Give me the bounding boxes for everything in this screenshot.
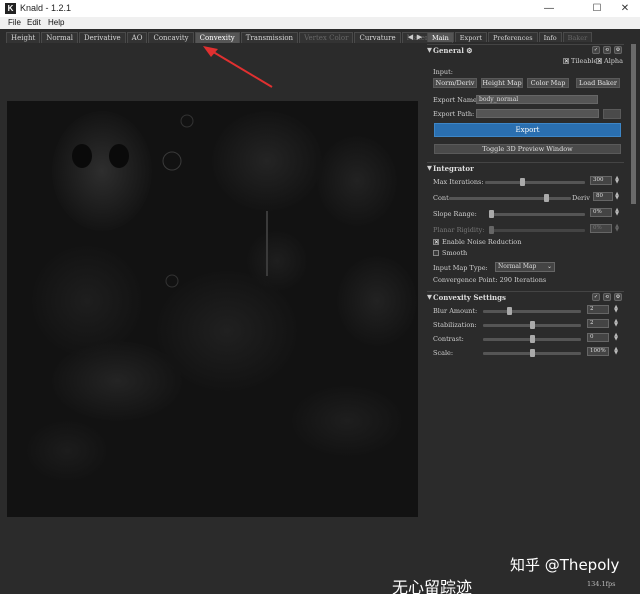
cont-label: Cont bbox=[433, 194, 449, 202]
contrast-label: Contrast: bbox=[433, 335, 464, 343]
planar-rigidity-value[interactable]: 0% bbox=[590, 224, 612, 233]
tab-export[interactable]: Export bbox=[454, 32, 488, 42]
panel-tabs: Main Export Preferences Info Baker bbox=[427, 32, 593, 42]
max-iterations-value[interactable]: 300 bbox=[590, 176, 612, 185]
settings-icon[interactable]: ⚙ bbox=[614, 293, 622, 301]
integrator-section-header[interactable]: ▼ Integrator bbox=[427, 162, 624, 173]
cont-deriv-slider[interactable] bbox=[449, 194, 571, 202]
spin-arrows-icon[interactable]: ▲ ▼ bbox=[614, 224, 620, 233]
stabilization-label: Stabilization: bbox=[433, 321, 477, 329]
export-name-field[interactable]: body_normal bbox=[476, 95, 598, 104]
scrollbar-thumb[interactable] bbox=[631, 44, 636, 204]
watermark-text: 知乎 @Thepoly bbox=[510, 556, 620, 574]
contrast-slider[interactable] bbox=[483, 335, 581, 343]
contrast-value[interactable]: 0 bbox=[587, 333, 609, 342]
convexity-section-title: Convexity Settings bbox=[433, 293, 506, 302]
slope-range-slider[interactable] bbox=[489, 210, 585, 218]
noise-reduction-label: Enable Noise Reduction bbox=[442, 238, 522, 246]
slope-range-label: Slope Range: bbox=[433, 210, 477, 218]
deriv-value[interactable]: 80 bbox=[593, 192, 613, 201]
slider-thumb[interactable] bbox=[530, 349, 535, 357]
height-map-button[interactable]: Height Map bbox=[481, 78, 523, 88]
max-iterations-label: Max Iterations: bbox=[433, 178, 484, 186]
export-button[interactable]: Export bbox=[434, 123, 621, 137]
tab-baker[interactable]: Baker bbox=[562, 32, 593, 42]
stabilization-slider[interactable] bbox=[483, 321, 581, 329]
spin-arrows-icon[interactable]: ▲ ▼ bbox=[613, 305, 619, 314]
collapse-arrow-icon[interactable]: ▼ bbox=[427, 293, 432, 301]
slider-thumb[interactable] bbox=[530, 335, 535, 343]
blur-amount-label: Blur Amount: bbox=[433, 307, 478, 315]
deriv-label: Deriv bbox=[572, 194, 590, 202]
spin-arrows-icon[interactable]: ▲ ▼ bbox=[613, 333, 619, 342]
scale-value[interactable]: 100% bbox=[587, 347, 609, 356]
settings-icon[interactable]: ⚙ bbox=[614, 46, 622, 54]
tab-main[interactable]: Main bbox=[427, 32, 454, 42]
norm-deriv-button[interactable]: Norm/Deriv bbox=[433, 78, 477, 88]
reset-icon[interactable]: ⟲ bbox=[603, 46, 611, 54]
tab-info[interactable]: Info bbox=[538, 32, 562, 42]
blur-amount-value[interactable]: 2 bbox=[587, 305, 609, 314]
integrator-section-title: Integrator bbox=[433, 164, 474, 173]
max-iterations-slider[interactable] bbox=[485, 178, 585, 186]
apply-icon[interactable]: ✓ bbox=[592, 46, 600, 54]
scale-label: Scale: bbox=[433, 349, 454, 357]
texture-viewport[interactable] bbox=[7, 101, 418, 517]
planar-rigidity-slider[interactable] bbox=[489, 226, 585, 234]
collapse-arrow-icon[interactable]: ▼ bbox=[427, 164, 432, 172]
collapse-arrow-icon[interactable]: ▼ bbox=[427, 46, 432, 54]
toggle-3d-preview-button[interactable]: Toggle 3D Preview Window bbox=[434, 144, 621, 154]
spin-arrows-icon[interactable]: ▲ ▼ bbox=[614, 176, 620, 185]
general-section-header[interactable]: ▼ General ⚙ ✓ ⟲ ⚙ bbox=[427, 44, 624, 55]
fps-readout: 134.1fps bbox=[587, 580, 616, 588]
convexity-section-header[interactable]: ▼ Convexity Settings ✓ ⟲ ⚙ bbox=[427, 291, 624, 302]
reset-icon[interactable]: ⟲ bbox=[603, 293, 611, 301]
texture-preview-image bbox=[7, 101, 418, 517]
smooth-checkbox[interactable] bbox=[433, 250, 439, 256]
spin-arrows-icon[interactable]: ▲ ▼ bbox=[614, 192, 620, 201]
spin-arrows-icon[interactable]: ▲ ▼ bbox=[614, 208, 620, 217]
scale-slider[interactable] bbox=[483, 349, 581, 357]
input-map-type-label: Input Map Type: bbox=[433, 264, 488, 272]
spin-arrows-icon[interactable]: ▲ ▼ bbox=[613, 319, 619, 328]
slope-range-value[interactable]: 0% bbox=[590, 208, 612, 217]
export-path-label: Export Path: bbox=[433, 110, 475, 118]
slider-thumb[interactable] bbox=[520, 178, 525, 186]
slider-thumb[interactable] bbox=[544, 194, 549, 202]
noise-reduction-checkbox[interactable]: ✕ bbox=[433, 239, 439, 246]
slider-thumb[interactable] bbox=[489, 226, 494, 234]
color-map-button[interactable]: Color Map bbox=[527, 78, 569, 88]
general-section-title: General ⚙ bbox=[433, 46, 473, 55]
slider-thumb[interactable] bbox=[489, 210, 494, 218]
planar-rigidity-label: Planar Rigidity: bbox=[433, 226, 485, 234]
blur-amount-slider[interactable] bbox=[483, 307, 581, 315]
alpha-checkbox[interactable]: ✕ bbox=[596, 58, 602, 65]
alpha-label: Alpha bbox=[604, 57, 623, 65]
apply-icon[interactable]: ✓ bbox=[592, 293, 600, 301]
export-path-field[interactable] bbox=[476, 109, 599, 118]
load-baker-button[interactable]: Load Baker bbox=[576, 78, 620, 88]
caption-text: 无心留踪迹 bbox=[392, 578, 473, 594]
browse-button[interactable] bbox=[603, 109, 621, 119]
tileable-label: Tileable bbox=[571, 57, 598, 65]
panel-scrollbar[interactable] bbox=[631, 44, 636, 204]
convergence-text: Convergence Point: 290 Iterations bbox=[433, 276, 547, 284]
smooth-label: Smooth bbox=[442, 249, 468, 257]
export-name-label: Export Name: bbox=[433, 96, 480, 104]
tab-preferences[interactable]: Preferences bbox=[488, 32, 538, 42]
input-map-type-select[interactable]: Normal Map ⌄ bbox=[495, 262, 555, 272]
spin-arrows-icon[interactable]: ▲ ▼ bbox=[613, 347, 619, 356]
slider-thumb[interactable] bbox=[507, 307, 512, 315]
settings-panel: Main Export Preferences Info Baker ▼ Gen… bbox=[427, 30, 628, 360]
input-label: Input: bbox=[433, 68, 453, 76]
input-map-type-value: Normal Map bbox=[498, 263, 537, 270]
chevron-down-icon: ⌄ bbox=[546, 263, 552, 270]
stabilization-value[interactable]: 2 bbox=[587, 319, 609, 328]
tileable-checkbox[interactable]: ✕ bbox=[563, 58, 569, 65]
slider-thumb[interactable] bbox=[530, 321, 535, 329]
